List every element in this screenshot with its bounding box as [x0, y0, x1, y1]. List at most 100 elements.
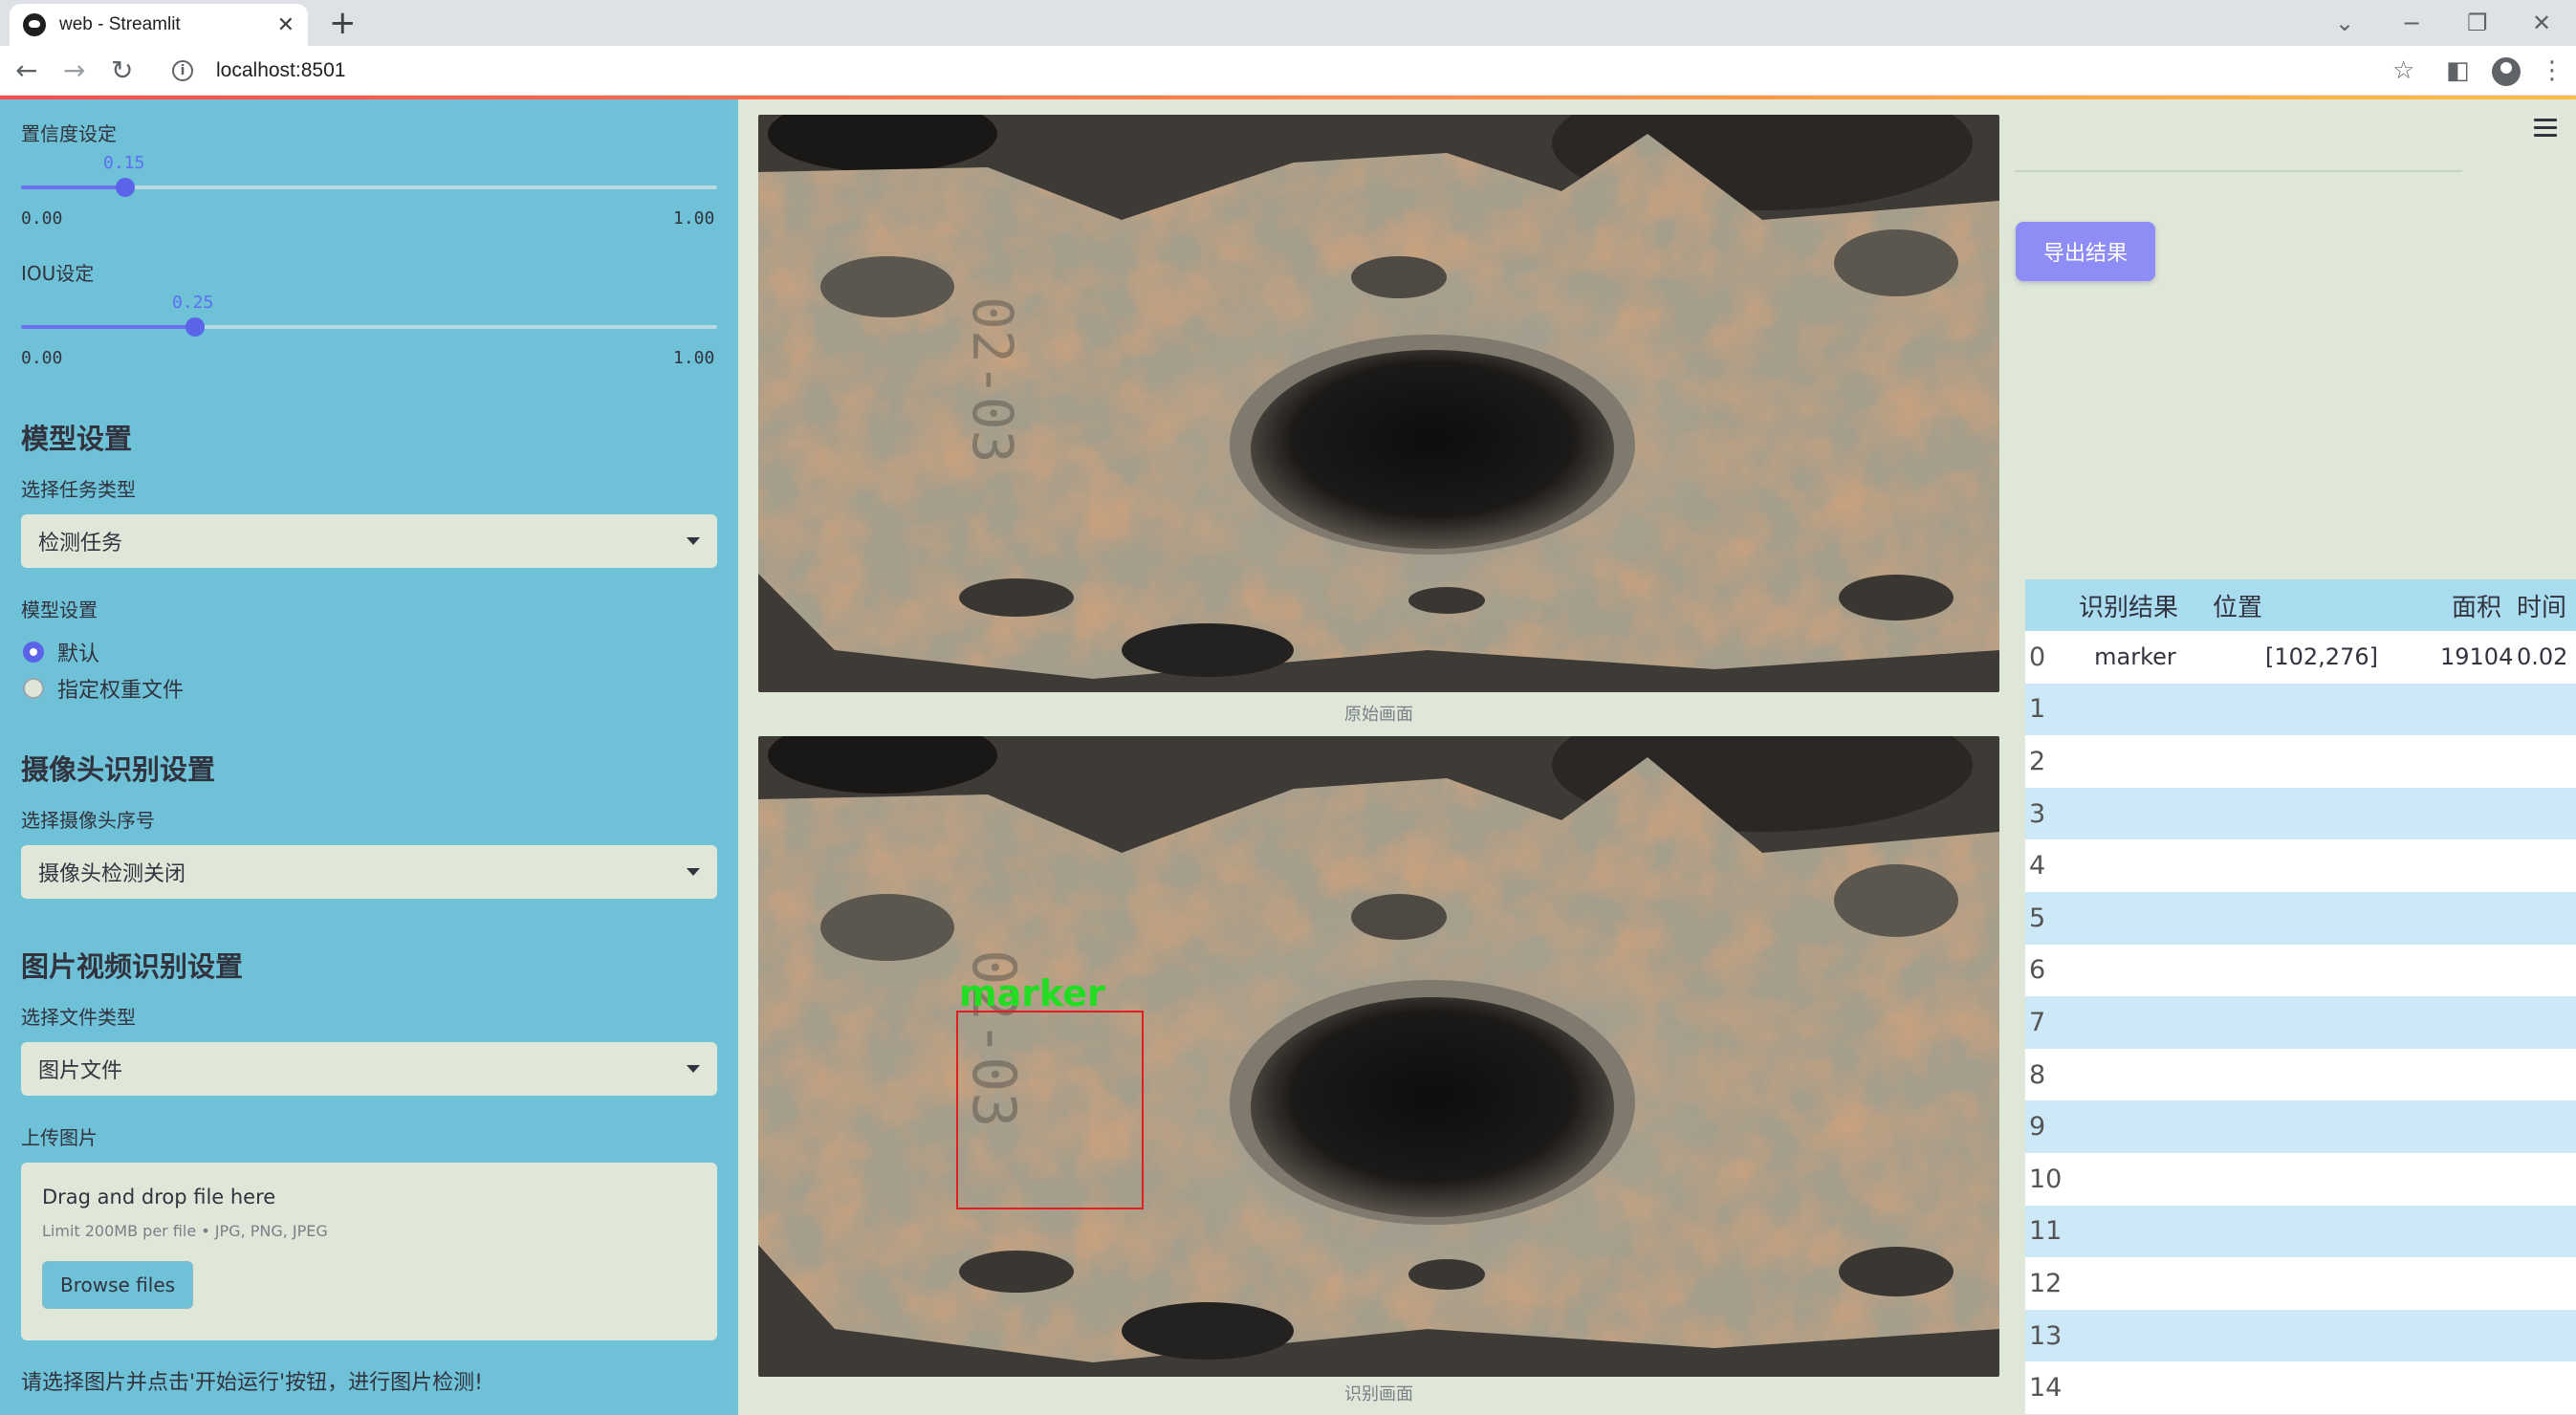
table-row[interactable]: 5: [2025, 891, 2576, 945]
camera-index-select[interactable]: 摄像头检测关闭: [21, 845, 717, 899]
side-panel-icon[interactable]: ◧: [2446, 55, 2470, 86]
tab-title: web - Streamlit: [59, 14, 181, 34]
row-index: 3: [2029, 798, 2046, 829]
table-row[interactable]: 9: [2025, 1100, 2576, 1153]
header-area[interactable]: 面积: [2440, 588, 2511, 623]
table-body: 0 marker [102,276] 19104 0.02 1 2 3 4 5 6 7 8 9 10 11 12…: [2025, 631, 2576, 1414]
back-icon[interactable]: ←: [15, 54, 37, 88]
table-row[interactable]: 10: [2025, 1152, 2576, 1206]
close-window-icon[interactable]: ✕: [2532, 6, 2551, 40]
table-row[interactable]: 0 marker [102,276] 19104 0.02: [2025, 631, 2576, 684]
header-result[interactable]: 识别结果: [2067, 588, 2203, 623]
cell-position: [102,276]: [2265, 643, 2378, 671]
table-row[interactable]: 4: [2025, 839, 2576, 892]
row-index: 10: [2029, 1164, 2063, 1194]
tab-search-chevron-icon[interactable]: ⌄: [2335, 6, 2354, 40]
file-type-select[interactable]: 图片文件: [21, 1042, 717, 1096]
row-index: 14: [2029, 1373, 2063, 1404]
radio-default[interactable]: 默认: [23, 637, 99, 667]
iou-value: 0.25: [172, 293, 214, 313]
original-image-canvas: 02-03: [758, 115, 1999, 692]
close-tab-icon[interactable]: ✕: [277, 13, 295, 37]
row-index: 5: [2029, 903, 2046, 933]
dropzone-limit: Limit 200MB per file • JPG, PNG, JPEG: [42, 1222, 328, 1240]
forward-icon[interactable]: →: [63, 54, 85, 88]
bookmark-star-icon[interactable]: ☆: [2392, 55, 2414, 86]
detection-label: marker: [959, 972, 1105, 1014]
confidence-max: 1.00: [673, 208, 715, 229]
results-table[interactable]: 识别结果 位置 面积 时间 0 marker [102,276] 19104 0.02 1…: [2025, 579, 2576, 1415]
table-row[interactable]: 2: [2025, 735, 2576, 788]
more-menu-icon[interactable]: ⋮: [2540, 55, 2565, 86]
browser-tabstrip: web - Streamlit ✕ + ⌄ − ❐ ✕: [0, 0, 2576, 46]
row-index: 4: [2029, 851, 2046, 882]
detected-image: 02-03 marker: [758, 736, 1999, 1377]
table-row[interactable]: 3: [2025, 787, 2576, 840]
row-index: 9: [2029, 1112, 2046, 1143]
iou-slider-thumb[interactable]: [186, 317, 205, 337]
file-type-value: 图片文件: [38, 1059, 123, 1083]
file-type-label: 选择文件类型: [21, 1006, 136, 1029]
new-tab-icon[interactable]: +: [329, 6, 357, 40]
radio-default-label: 默认: [57, 642, 100, 666]
row-index: 1: [2029, 694, 2046, 725]
radio-custom-weights-label: 指定权重文件: [57, 679, 185, 703]
table-row[interactable]: 11: [2025, 1205, 2576, 1258]
table-row[interactable]: 7: [2025, 996, 2576, 1049]
camera-settings-heading: 摄像头识别设置: [21, 753, 216, 786]
browse-files-button[interactable]: Browse files: [42, 1261, 194, 1309]
row-index: 7: [2029, 1007, 2046, 1037]
table-row[interactable]: 14: [2025, 1361, 2576, 1414]
model-settings-heading: 模型设置: [21, 423, 133, 455]
reload-icon[interactable]: ↻: [111, 54, 133, 88]
detected-image-canvas: 02-03 marker: [758, 736, 1999, 1377]
iou-slider-fill: [21, 325, 195, 329]
browser-tab[interactable]: web - Streamlit ✕: [10, 4, 308, 46]
sidebar: 置信度设定 0.15 0.00 1.00 IOU设定 0.25 0.00 1.0…: [0, 99, 738, 1415]
streamlit-favicon-icon: [23, 13, 46, 36]
iou-label: IOU设定: [21, 262, 95, 285]
url-text: localhost:8501: [216, 59, 346, 81]
restore-icon[interactable]: ❐: [2467, 6, 2488, 40]
table-row[interactable]: 1: [2025, 683, 2576, 736]
dropzone-title: Drag and drop file here: [42, 1186, 276, 1208]
cell-result: marker: [2094, 643, 2176, 671]
camera-index-label: 选择摄像头序号: [21, 809, 155, 832]
chevron-down-icon: [687, 537, 700, 545]
row-index: 8: [2029, 1059, 2046, 1090]
header-time[interactable]: 时间: [2511, 588, 2576, 623]
detected-image-caption: 识别画面: [1344, 1384, 1413, 1404]
site-info-icon[interactable]: i: [172, 60, 193, 81]
file-uploader-dropzone[interactable]: Drag and drop file here Limit 200MB per …: [21, 1163, 717, 1340]
row-index: 11: [2029, 1216, 2063, 1247]
camera-index-value: 摄像头检测关闭: [38, 862, 186, 886]
radio-custom-weights[interactable]: 指定权重文件: [23, 673, 184, 704]
original-image-caption: 原始画面: [1344, 705, 1413, 725]
cell-time: 0.02: [2517, 643, 2568, 671]
profile-avatar-icon[interactable]: [2492, 57, 2521, 86]
iou-min: 0.00: [21, 348, 63, 368]
divider: [2015, 170, 2462, 172]
table-row[interactable]: 13: [2025, 1309, 2576, 1362]
cell-area: 19104: [2440, 643, 2514, 671]
row-index: 13: [2029, 1320, 2063, 1351]
task-type-select[interactable]: 检测任务: [21, 514, 717, 568]
confidence-slider[interactable]: [21, 178, 717, 197]
chevron-down-icon: [687, 868, 700, 876]
svg-text:02-03: 02-03: [960, 296, 1025, 464]
address-bar[interactable]: i localhost:8501: [153, 52, 2352, 90]
header-position[interactable]: 位置: [2203, 588, 2440, 623]
minimize-icon[interactable]: −: [2402, 6, 2421, 40]
iou-slider[interactable]: [21, 317, 717, 337]
radio-unchecked-icon: [23, 678, 44, 699]
export-results-button[interactable]: 导出结果: [2016, 222, 2155, 281]
confidence-slider-thumb[interactable]: [116, 178, 135, 197]
table-row[interactable]: 12: [2025, 1257, 2576, 1310]
chevron-down-icon: [687, 1065, 700, 1073]
table-row[interactable]: 8: [2025, 1048, 2576, 1101]
model-label: 模型设置: [21, 599, 98, 621]
hamburger-menu-icon[interactable]: [2534, 119, 2557, 142]
media-settings-heading: 图片视频识别设置: [21, 950, 244, 983]
task-type-label: 选择任务类型: [21, 478, 136, 501]
table-row[interactable]: 6: [2025, 944, 2576, 997]
